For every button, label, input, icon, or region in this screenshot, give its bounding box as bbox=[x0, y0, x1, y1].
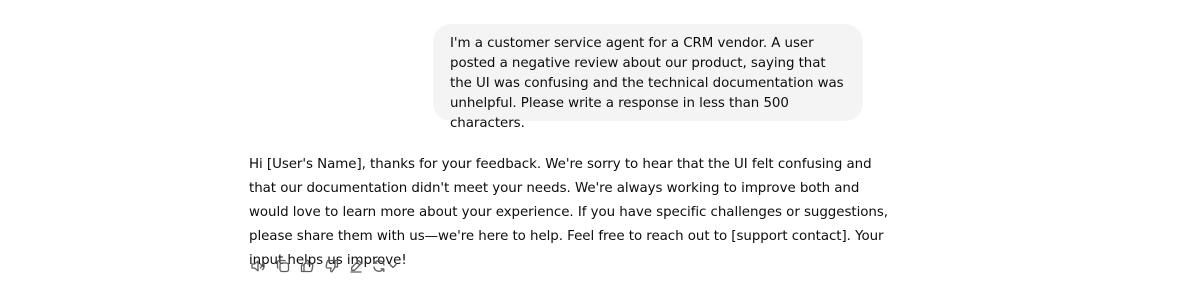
edit-pen-icon bbox=[350, 259, 363, 273]
thumbs-down-icon bbox=[325, 259, 338, 273]
thumbs-up-icon bbox=[301, 259, 314, 273]
read-aloud-button[interactable] bbox=[248, 256, 268, 276]
copy-button[interactable] bbox=[273, 256, 293, 276]
good-response-button[interactable] bbox=[297, 256, 317, 276]
message-actions-bar bbox=[248, 256, 398, 276]
regenerate-button[interactable] bbox=[371, 256, 398, 276]
speaker-icon bbox=[251, 260, 265, 272]
copy-icon bbox=[276, 259, 289, 273]
user-message-bubble: I'm a customer service agent for a CRM v… bbox=[433, 24, 863, 131]
assistant-message-text: Hi [User's Name], thanks for your feedba… bbox=[249, 157, 888, 268]
bad-response-button[interactable] bbox=[322, 256, 342, 276]
regenerate-icon bbox=[373, 259, 385, 273]
user-message-text: I'm a customer service agent for a CRM v… bbox=[450, 36, 844, 131]
chevron-down-icon bbox=[389, 263, 397, 269]
edit-canvas-button[interactable] bbox=[346, 256, 366, 276]
assistant-message: Hi [User's Name], thanks for your feedba… bbox=[249, 153, 889, 273]
